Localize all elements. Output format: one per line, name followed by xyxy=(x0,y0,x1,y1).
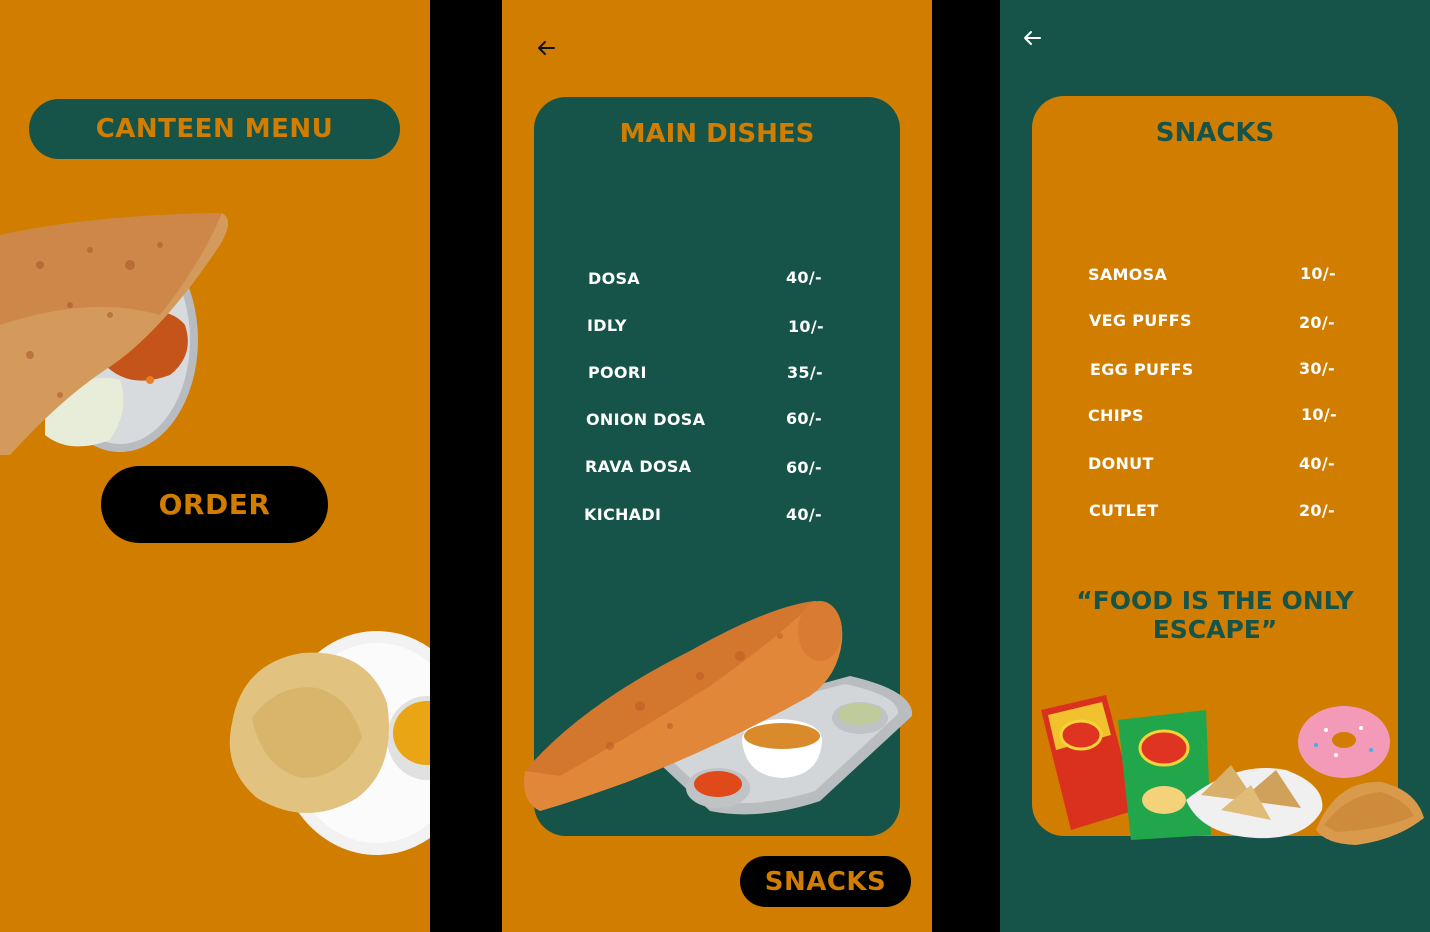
menu-item-price: 40/- xyxy=(786,268,822,287)
menu-item-name: CUTLET xyxy=(1089,501,1159,520)
menu-item-name: POORI xyxy=(588,363,647,382)
snacks-title: SNACKS xyxy=(1155,118,1275,148)
dosa-plate-image xyxy=(0,213,229,455)
menu-item-price: 20/- xyxy=(1299,501,1335,520)
poori-plate-image xyxy=(229,631,430,855)
menu-item-name: SAMOSA xyxy=(1088,265,1168,284)
menu-item-name: ONION DOSA xyxy=(586,410,706,429)
menu-item-name: IDLY xyxy=(587,316,627,335)
canteen-home-screen: CANTEEN MENU ORDER xyxy=(0,0,430,932)
snacks-screen: SNACKS “FOOD IS THE ONLY ESCAPE” SAMOSA … xyxy=(1000,0,1430,932)
menu-item-name: VEG PUFFS xyxy=(1089,311,1192,330)
quote-text: “FOOD IS THE ONLY ESCAPE” xyxy=(1076,586,1354,644)
menu-item-name: EGG PUFFS xyxy=(1090,360,1194,379)
menu-item-name: KICHADI xyxy=(584,505,662,524)
snacks-button[interactable]: SNACKS xyxy=(740,856,911,907)
main-dishes-screen: MAIN DISHES DOSA 40/- IDLY 10/- POORI 35… xyxy=(502,0,932,932)
menu-item-price: 40/- xyxy=(1299,454,1335,473)
order-button[interactable]: ORDER xyxy=(101,466,328,543)
arrow-left-icon[interactable] xyxy=(534,36,558,60)
menu-item-price: 60/- xyxy=(786,409,822,428)
menu-item-price: 10/- xyxy=(1300,264,1336,283)
menu-item-price: 60/- xyxy=(786,458,822,477)
menu-item-price: 10/- xyxy=(1301,405,1337,424)
menu-item-name: DOSA xyxy=(588,269,640,288)
menu-item-name: DONUT xyxy=(1088,454,1154,473)
menu-item-price: 35/- xyxy=(787,363,823,382)
menu-item-price: 30/- xyxy=(1299,359,1335,378)
main-dishes-title: MAIN DISHES xyxy=(619,119,815,149)
arrow-left-icon[interactable] xyxy=(1020,26,1044,50)
menu-item-name: CHIPS xyxy=(1088,406,1144,425)
masala-dosa-image xyxy=(524,601,913,815)
menu-item-price: 10/- xyxy=(788,317,824,336)
menu-item-price: 40/- xyxy=(786,505,822,524)
canteen-menu-title: CANTEEN MENU xyxy=(29,99,400,159)
menu-item-price: 20/- xyxy=(1299,313,1335,332)
menu-item-name: RAVA DOSA xyxy=(585,457,692,476)
snacks-image xyxy=(1041,695,1424,845)
